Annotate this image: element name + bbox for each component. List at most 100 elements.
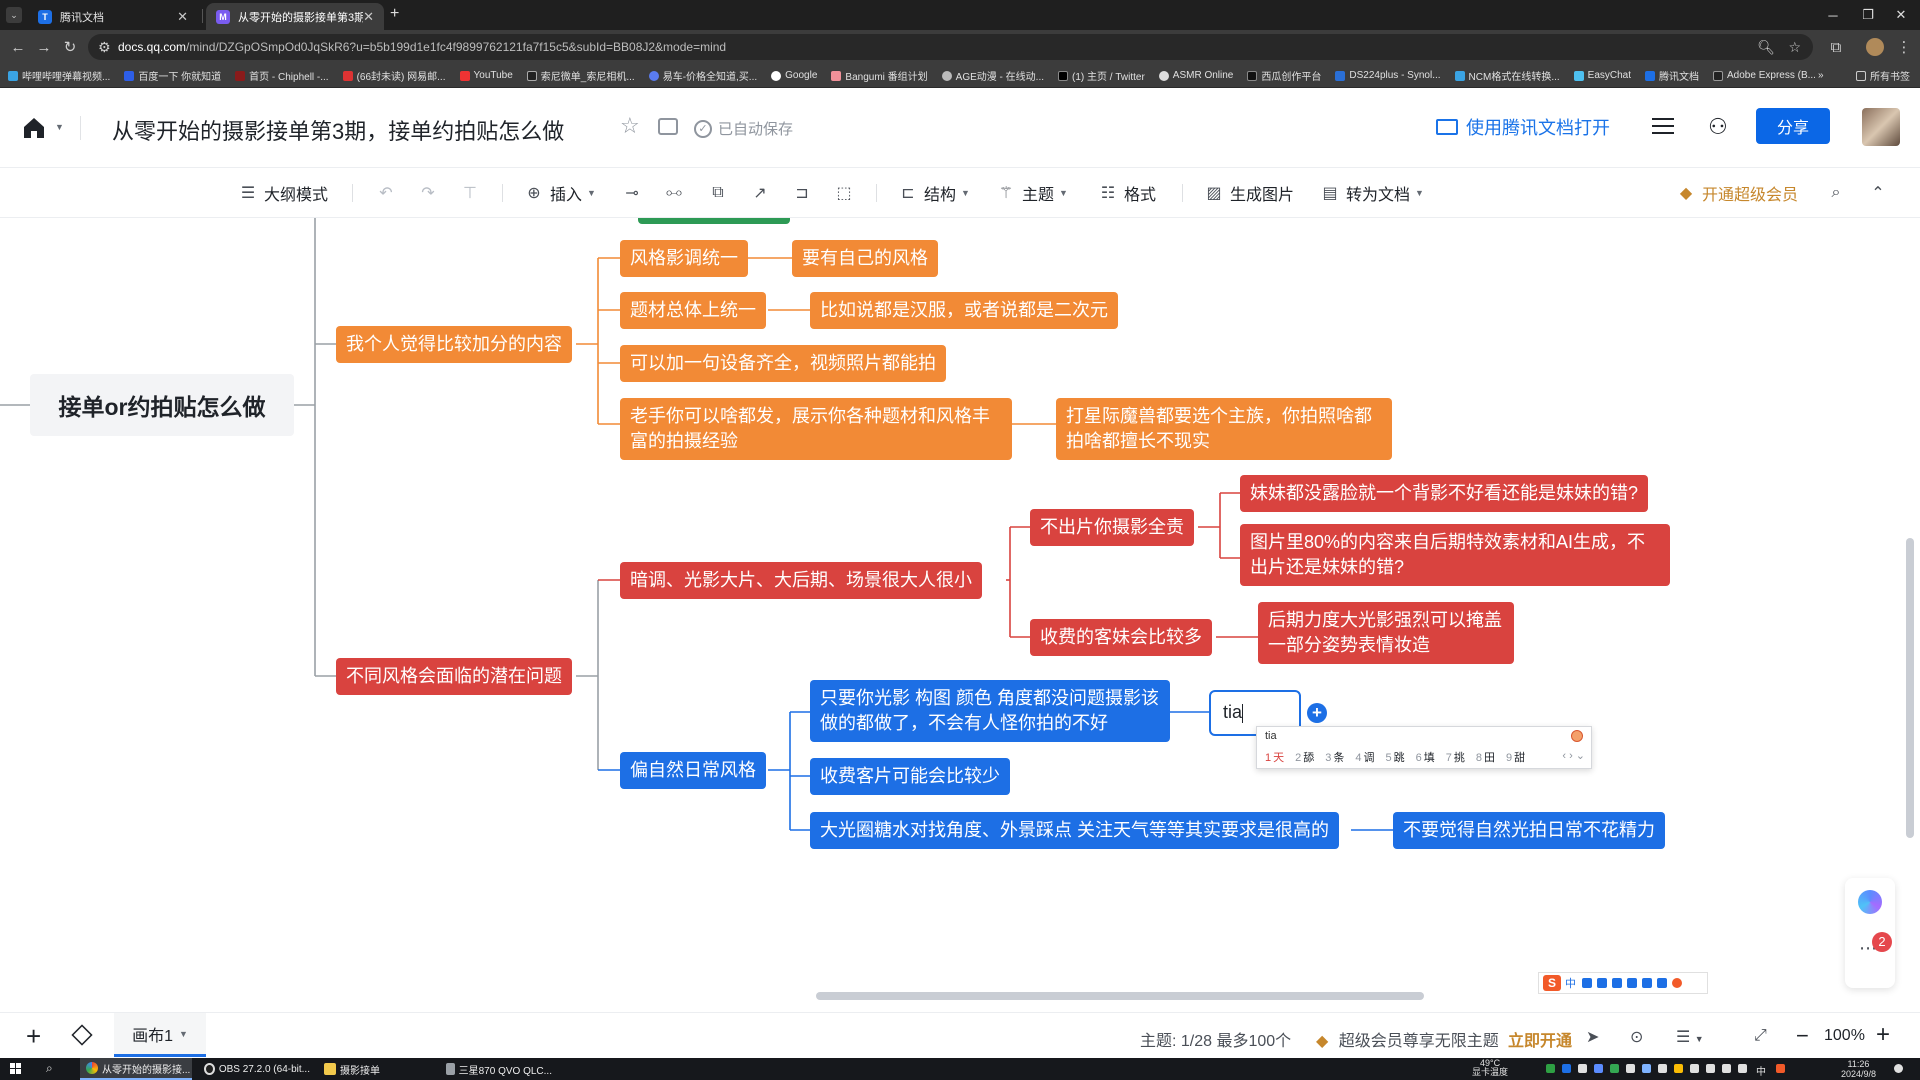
outline-mode-button[interactable]: ☰ 大纲模式 bbox=[238, 182, 328, 204]
browser-menu-icon[interactable]: ⋮ bbox=[1894, 37, 1914, 57]
taskbar-app[interactable]: OBS 27.2.0 (64-bit... bbox=[198, 1058, 310, 1080]
tray-app-icon[interactable] bbox=[1562, 1064, 1571, 1073]
collapse-toolbar-button[interactable]: ⌃ bbox=[1868, 182, 1894, 204]
extensions-icon[interactable]: ⧉ bbox=[1826, 37, 1846, 57]
add-child-node-button[interactable]: + bbox=[1307, 703, 1327, 723]
home-dropdown-caret[interactable]: ▼ bbox=[55, 122, 64, 132]
windows-start-icon[interactable] bbox=[10, 1063, 22, 1075]
add-collaborator-icon[interactable]: ⚇ bbox=[1708, 114, 1728, 140]
zoom-out-button[interactable]: − bbox=[1796, 1023, 1809, 1049]
boundary-button[interactable]: ⬚ bbox=[834, 182, 860, 204]
ime-candidate[interactable]: 7挑 bbox=[1446, 749, 1465, 765]
mindmap-node[interactable]: 后期力度大光影强烈可以掩盖一部分姿势表情妆造 bbox=[1258, 602, 1514, 664]
bookmark-item[interactable]: (66封未读) 网易邮... bbox=[342, 68, 446, 83]
tray-app-icon[interactable] bbox=[1642, 1064, 1651, 1073]
close-icon[interactable]: ✕ bbox=[177, 9, 188, 25]
bookmark-item[interactable]: Bangumi 番组计划 bbox=[831, 68, 928, 83]
ime-candidate[interactable]: 4调 bbox=[1355, 749, 1374, 765]
redo-button[interactable]: ↷ bbox=[418, 182, 444, 204]
menu-icon[interactable] bbox=[1652, 118, 1674, 136]
mindmap-node[interactable]: 不出片你摄影全责 bbox=[1030, 509, 1194, 546]
ime-candidate[interactable]: 9甜 bbox=[1506, 749, 1525, 765]
add-sibling-topic-button[interactable]: ⧟ bbox=[664, 182, 690, 204]
ime-candidate[interactable]: 2舔 bbox=[1295, 749, 1314, 765]
avatar[interactable] bbox=[1862, 108, 1900, 146]
clock[interactable]: 11:26 2024/9/8 bbox=[1841, 1059, 1876, 1079]
bookmark-item[interactable]: (1) 主页 / Twitter bbox=[1058, 68, 1145, 83]
mindmap-canvas[interactable]: 接单or约拍贴怎么做 我个人觉得比较加分的内容 风格影调统一 要有自己的风格 题… bbox=[0, 218, 1920, 1012]
bookmark-item[interactable]: NCM格式在线转换... bbox=[1454, 68, 1560, 83]
taskbar-app[interactable]: 从零开始的摄影接... bbox=[80, 1058, 192, 1080]
forward-icon[interactable]: → bbox=[34, 37, 54, 57]
bookmark-item[interactable]: DS224plus - Synol... bbox=[1335, 70, 1441, 81]
mindmap-node[interactable]: 不要觉得自然光拍日常不花精力 bbox=[1393, 812, 1665, 849]
mindmap-node[interactable]: 打星际魔兽都要选个主族，你拍照啥都拍啥都擅长不现实 bbox=[1056, 398, 1392, 460]
mindmap-node[interactable]: 只要你光影 构图 颜色 角度都没问题摄影该做的都做了，不会有人怪你拍的不好 bbox=[810, 680, 1170, 742]
taskbar-search-icon[interactable]: ⌕ bbox=[46, 1061, 53, 1076]
all-bookmarks-folder[interactable]: 所有书签 bbox=[1856, 68, 1910, 83]
reload-icon[interactable]: ↻ bbox=[60, 37, 80, 57]
tray-app-icon[interactable] bbox=[1594, 1064, 1603, 1073]
insert-menu[interactable]: ⊕ 插入 ▼ bbox=[524, 182, 596, 204]
mindmap-node[interactable]: 图片里80%的内容来自后期特效素材和AI生成，不出片还是妹妹的错? bbox=[1240, 524, 1670, 586]
home-icon[interactable] bbox=[20, 114, 48, 142]
share-button[interactable]: 分享 bbox=[1756, 108, 1830, 144]
bookmark-item[interactable]: 索尼微单_索尼相机... bbox=[526, 68, 635, 83]
ai-assistant-icon[interactable] bbox=[1858, 890, 1882, 914]
format-button[interactable]: ☷ 格式 bbox=[1098, 182, 1156, 204]
mindmap-node[interactable]: 妹妹都没露脸就一个背影不好看还能是妹妹的错? bbox=[1240, 475, 1649, 512]
bookmark-item[interactable]: 首页 - Chiphell -... bbox=[235, 68, 329, 83]
browser-tab[interactable]: T 腾讯文档 ✕ bbox=[28, 3, 198, 30]
mindmap-node[interactable]: 可以加一句设备齐全，视频照片都能拍 bbox=[620, 345, 946, 382]
ime-candidate[interactable]: 8田 bbox=[1476, 749, 1495, 765]
mindmap-node[interactable]: 收费的客妹会比较多 bbox=[1030, 619, 1212, 656]
ime-candidate[interactable]: 5跳 bbox=[1386, 749, 1405, 765]
network-icon[interactable] bbox=[1722, 1064, 1731, 1073]
taskbar-app[interactable]: 三星870 QVO QLC... bbox=[440, 1058, 552, 1080]
mindmap-root-node[interactable]: 接单or约拍贴怎么做 bbox=[30, 374, 294, 436]
tab-search-button[interactable]: ⌄ bbox=[6, 7, 22, 23]
tray-app-icon[interactable] bbox=[1626, 1064, 1635, 1073]
ime-language-indicator[interactable]: 中 bbox=[1756, 1063, 1766, 1078]
locate-icon[interactable]: ⊙ bbox=[1630, 1027, 1643, 1047]
tray-app-icon[interactable] bbox=[1690, 1064, 1699, 1073]
bookmark-item[interactable]: Google bbox=[771, 70, 817, 81]
mindmap-node[interactable]: 偏自然日常风格 bbox=[620, 752, 766, 789]
bookmark-item[interactable]: 腾讯文档 bbox=[1645, 68, 1699, 83]
mindmap-node[interactable]: 比如说都是汉服，或者说都是二次元 bbox=[810, 292, 1118, 329]
mindmap-node[interactable]: 不同风格会面临的潜在问题 bbox=[336, 658, 572, 695]
relation-line-button[interactable]: ↗ bbox=[750, 182, 776, 204]
bookmark-item[interactable]: 易车-价格全知道,买... bbox=[648, 68, 757, 83]
tray-app-icon[interactable] bbox=[1706, 1064, 1715, 1073]
volume-icon[interactable] bbox=[1738, 1064, 1747, 1073]
search-button[interactable]: ⌕ bbox=[1826, 182, 1852, 204]
fit-screen-icon[interactable]: ⤢ bbox=[1754, 1027, 1767, 1045]
navigate-icon[interactable]: ➤ bbox=[1586, 1027, 1599, 1047]
bookmarks-overflow-button[interactable]: » bbox=[1818, 70, 1824, 81]
add-child-topic-button[interactable]: ⊸ bbox=[622, 182, 648, 204]
sogou-tray-icon[interactable] bbox=[1776, 1064, 1785, 1073]
taskbar-app[interactable]: 摄影接单 bbox=[318, 1058, 430, 1080]
generate-image-button[interactable]: ▨ 生成图片 bbox=[1204, 182, 1294, 204]
theme-menu[interactable]: ⚚ 主题 ▼ bbox=[996, 182, 1068, 204]
bookmark-item[interactable]: ASMR Online bbox=[1158, 70, 1233, 81]
bookmark-item[interactable]: AGE动漫 - 在线动... bbox=[941, 68, 1044, 83]
convert-to-doc-menu[interactable]: ▤ 转为文档 ▼ bbox=[1320, 182, 1424, 204]
ime-page-arrows[interactable]: ‹ › ⌄ bbox=[1562, 749, 1585, 762]
add-parent-topic-button[interactable]: ⧉ bbox=[708, 182, 734, 204]
open-in-app-button[interactable]: 使用腾讯文档打开 bbox=[1436, 114, 1610, 140]
move-to-folder-icon[interactable] bbox=[658, 118, 678, 135]
bookmark-item[interactable]: EasyChat bbox=[1573, 70, 1631, 81]
doc-title[interactable]: 从零开始的摄影接单第3期，接单约拍贴怎么做 bbox=[112, 114, 564, 146]
vertical-scrollbar[interactable] bbox=[1906, 538, 1914, 838]
ime-candidate[interactable]: 1天 bbox=[1265, 749, 1284, 765]
mindmap-node[interactable]: 我个人觉得比较加分的内容 bbox=[336, 326, 572, 363]
new-tab-button[interactable]: + bbox=[390, 5, 399, 23]
vip-upgrade-link[interactable]: ◆ 开通超级会员 bbox=[1676, 182, 1798, 204]
zoom-icon[interactable]: 🔍︎ bbox=[1757, 39, 1775, 56]
bookmark-star-icon[interactable]: ☆ bbox=[1788, 39, 1801, 56]
ime-candidate[interactable]: 6填 bbox=[1416, 749, 1435, 765]
undo-button[interactable]: ↶ bbox=[376, 182, 402, 204]
summary-button[interactable]: ⊐ bbox=[792, 182, 818, 204]
mindmap-node[interactable]: 风格影调统一 bbox=[620, 240, 748, 277]
